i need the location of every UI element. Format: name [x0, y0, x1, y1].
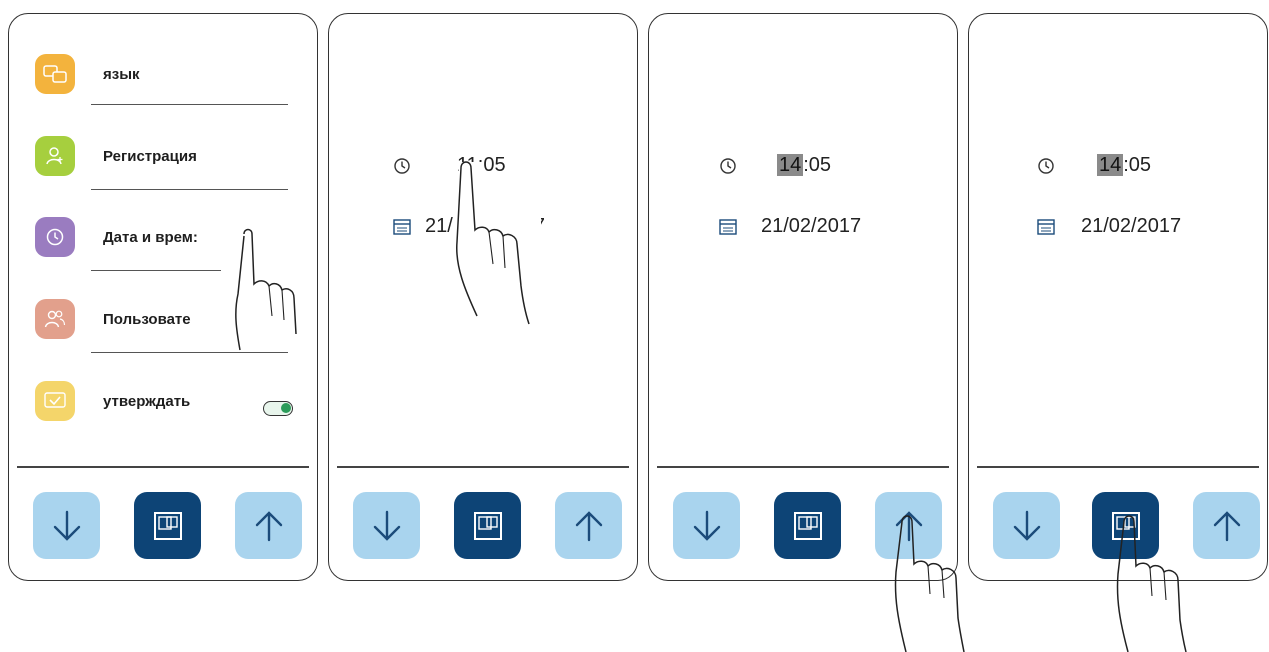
user-register-icon	[35, 136, 75, 176]
menu-divider	[91, 270, 221, 271]
menu-divider	[91, 189, 288, 190]
menu-item-language[interactable]: язык	[9, 44, 317, 124]
menu-label: Пользовате	[103, 311, 191, 328]
up-button[interactable]	[1193, 492, 1260, 559]
menu-label: утверждать	[103, 393, 191, 410]
confirm-icon	[35, 381, 75, 421]
date-time-screen-3: 14:05 21/02/2017	[968, 13, 1268, 581]
clock-icon	[35, 217, 75, 257]
menu-screen: язык Регистрация Дата и врем: Пользовате…	[8, 13, 318, 581]
arrow-down-icon	[693, 510, 720, 541]
ok-button[interactable]	[134, 492, 201, 559]
confirm-square-icon	[473, 511, 502, 540]
down-button[interactable]	[33, 492, 100, 559]
ok-button[interactable]	[454, 492, 521, 559]
pointing-hand-icon	[894, 515, 965, 652]
clock-icon	[1035, 155, 1057, 177]
confirm-square-icon	[153, 511, 182, 540]
time-hours-selected[interactable]: 14	[1097, 154, 1124, 176]
arrow-up-icon	[255, 510, 282, 541]
pointing-hand-icon	[456, 161, 541, 325]
time-row[interactable]: 14:05	[1035, 154, 1151, 177]
time-display: 14:05	[777, 154, 831, 177]
down-button[interactable]	[673, 492, 740, 559]
ok-button[interactable]	[774, 492, 841, 559]
divider	[977, 466, 1259, 468]
pointing-hand-icon	[235, 228, 297, 351]
pointing-hand-icon	[1116, 515, 1187, 652]
divider	[337, 466, 629, 468]
menu-label: Дата и врем:	[103, 229, 198, 246]
menu-divider	[91, 104, 288, 105]
arrow-up-icon	[1213, 510, 1240, 541]
calendar-icon	[717, 216, 739, 238]
time-row[interactable]: 14:05	[717, 154, 831, 177]
date-value-left: 21/	[425, 215, 453, 237]
calendar-icon	[391, 216, 413, 238]
confirm-toggle[interactable]	[263, 401, 293, 416]
clock-icon	[717, 155, 739, 177]
divider	[657, 466, 949, 468]
date-value: 21/02/2017	[761, 215, 862, 237]
arrow-down-icon	[53, 510, 80, 541]
time-rest: :05	[803, 154, 832, 176]
time-rest: :05	[1123, 154, 1152, 176]
down-button[interactable]	[993, 492, 1060, 559]
divider	[17, 466, 309, 468]
up-button[interactable]	[555, 492, 622, 559]
menu-item-registration[interactable]: Регистрация	[9, 126, 317, 206]
date-time-screen-2: 14:05 21/02/2017	[648, 13, 958, 581]
toggle-knob	[281, 403, 291, 413]
confirm-square-icon	[793, 511, 822, 540]
clock-icon	[391, 155, 413, 177]
arrow-down-icon	[1013, 510, 1040, 541]
menu-item-confirm[interactable]: утверждать	[9, 371, 317, 451]
language-icon	[35, 54, 75, 94]
date-time-screen-1: 11:05 21/ 17	[328, 13, 638, 581]
time-display: 14:05	[1097, 154, 1151, 177]
date-row[interactable]: 21/02/2017	[717, 215, 861, 238]
calendar-icon	[1035, 216, 1057, 238]
users-icon	[35, 299, 75, 339]
time-hours-selected[interactable]: 14	[777, 154, 804, 176]
date-row[interactable]: 21/02/2017	[1035, 215, 1181, 238]
up-button[interactable]	[235, 492, 302, 559]
menu-label: Регистрация	[103, 148, 197, 165]
date-value: 21/02/2017	[1081, 215, 1182, 237]
arrow-down-icon	[373, 510, 400, 541]
menu-label: язык	[103, 66, 140, 83]
down-button[interactable]	[353, 492, 420, 559]
arrow-up-icon	[575, 510, 602, 541]
